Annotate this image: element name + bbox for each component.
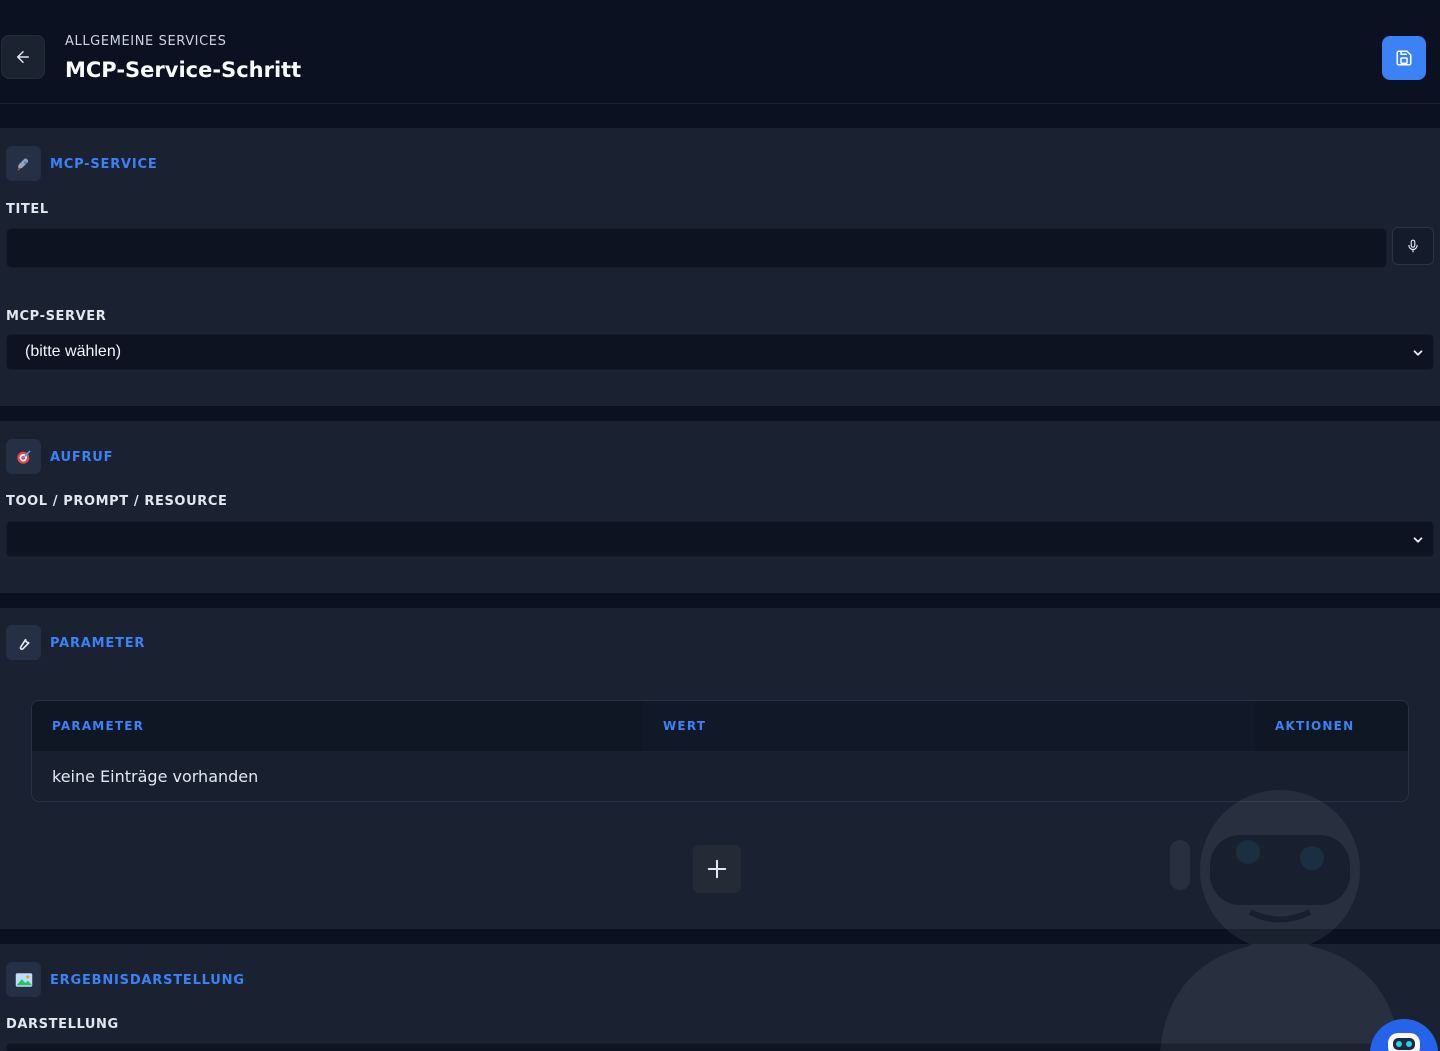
plus-icon	[707, 859, 727, 879]
column-header-parameter[interactable]: PARAMETER	[32, 701, 643, 751]
section-title: MCP-SERVICE	[50, 157, 158, 172]
section-parameter: PARAMETER PARAMETER WERT AKTIONEN keine …	[0, 608, 1440, 929]
tool-label: TOOL / PROMPT / RESOURCE	[6, 494, 228, 509]
microphone-icon	[1408, 239, 1418, 253]
target-icon	[6, 439, 41, 474]
titel-label: TITEL	[6, 202, 49, 217]
empty-state-text: keine Einträge vorhanden	[52, 767, 259, 786]
section-mcp-service: MCP-SERVICE TITEL MCP-SERVER (bitte wähl…	[0, 128, 1440, 406]
darstellung-label: DARSTELLUNG	[6, 1017, 119, 1032]
titel-input[interactable]	[6, 228, 1387, 268]
section-aufruf: AUFRUF TOOL / PROMPT / RESOURCE	[0, 421, 1440, 593]
wrench-icon	[6, 625, 41, 660]
section-ergebnisdarstellung: ERGEBNISDARSTELLUNG DARSTELLUNG	[0, 944, 1440, 1051]
column-header-wert[interactable]: WERT	[643, 701, 1255, 751]
tool-select[interactable]	[6, 521, 1434, 557]
chevron-down-icon	[1413, 350, 1423, 356]
mcp-server-select[interactable]: (bitte wählen)	[6, 334, 1434, 370]
save-icon	[1396, 50, 1412, 66]
back-button[interactable]	[1, 35, 45, 79]
save-button[interactable]	[1382, 36, 1426, 80]
page-header: ALLGEMEINE SERVICES MCP-Service-Schritt	[0, 0, 1440, 104]
darstellung-select[interactable]	[6, 1043, 1434, 1051]
rocket-icon	[6, 146, 41, 181]
chevron-down-icon	[1413, 537, 1423, 543]
section-title: AUFRUF	[50, 450, 114, 465]
breadcrumb: ALLGEMEINE SERVICES	[65, 34, 227, 49]
image-icon	[6, 962, 41, 997]
mcp-server-selected-value: (bitte wählen)	[25, 343, 122, 360]
microphone-button[interactable]	[1392, 227, 1434, 265]
page-title: MCP-Service-Schritt	[65, 58, 302, 82]
parameter-table: PARAMETER WERT AKTIONEN keine Einträge v…	[31, 700, 1409, 802]
robot-avatar-icon	[1388, 1033, 1420, 1051]
arrow-left-icon	[17, 51, 29, 63]
column-header-aktionen: AKTIONEN	[1255, 701, 1408, 751]
add-parameter-button[interactable]	[693, 845, 741, 893]
section-title: ERGEBNISDARSTELLUNG	[50, 973, 245, 988]
table-header: PARAMETER WERT AKTIONEN	[32, 701, 1408, 751]
section-title: PARAMETER	[50, 636, 146, 651]
mcp-server-label: MCP-SERVER	[6, 309, 107, 324]
